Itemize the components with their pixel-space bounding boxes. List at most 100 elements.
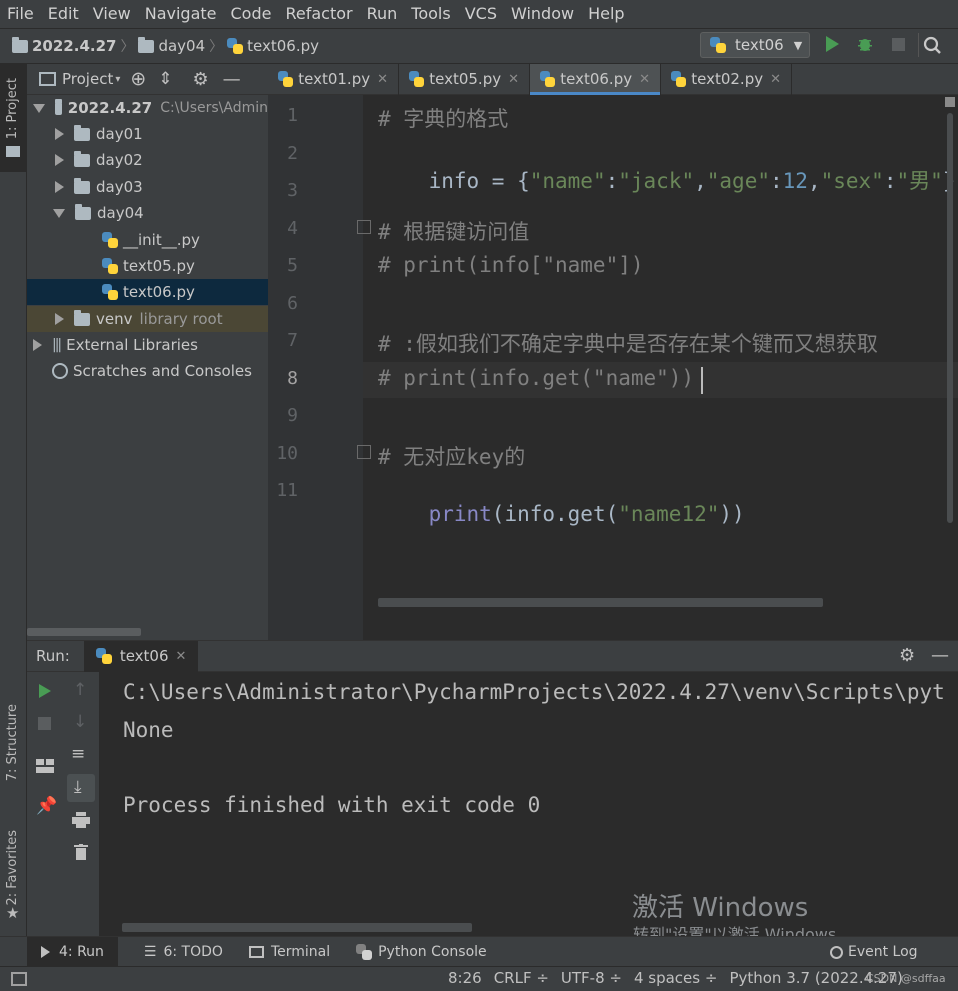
gear-icon[interactable]: ⚙ xyxy=(193,69,209,90)
menu-refactor[interactable]: Refactor xyxy=(278,0,359,28)
menu-tools[interactable]: Tools xyxy=(404,0,457,28)
python-console-tool-button[interactable]: Python Console xyxy=(356,943,487,960)
menu-help[interactable]: Help xyxy=(581,0,631,28)
close-icon[interactable]: ✕ xyxy=(176,649,187,664)
debug-icon[interactable] xyxy=(857,36,873,52)
breadcrumb-folder[interactable]: day04 xyxy=(158,37,205,55)
project-view-title[interactable]: Project xyxy=(62,70,113,88)
fold-icon[interactable] xyxy=(357,445,371,459)
gear-icon[interactable]: ⚙ xyxy=(899,645,915,666)
expand-arrow-icon[interactable] xyxy=(55,154,64,166)
breadcrumb-file[interactable]: text06.py xyxy=(247,37,319,55)
minimize-icon[interactable]: — xyxy=(223,69,241,90)
rerun-icon[interactable] xyxy=(39,684,51,698)
code-line-1: # 字典的格式 xyxy=(378,107,509,131)
tree-root[interactable]: 2022.4.27 C:\Users\Admin xyxy=(27,95,268,121)
expand-arrow-icon[interactable] xyxy=(33,339,42,351)
indent-setting[interactable]: 4 spaces ÷ xyxy=(634,969,717,987)
python-file-icon xyxy=(278,71,294,87)
run-console[interactable]: C:\Users\Administrator\PycharmProjects\2… xyxy=(100,672,958,944)
locate-icon[interactable]: ⊕ xyxy=(130,68,146,90)
expand-arrow-icon[interactable] xyxy=(55,181,64,193)
soft-wrap-icon[interactable]: ≡ xyxy=(71,744,85,764)
arrow-up-icon[interactable]: ↑ xyxy=(73,680,87,700)
toggle-tool-windows-icon[interactable] xyxy=(11,972,27,986)
structure-tool-button[interactable]: 7: Structure xyxy=(5,704,20,781)
terminal-tool-button[interactable]: Terminal xyxy=(248,944,330,960)
horizontal-scrollbar[interactable] xyxy=(378,598,823,607)
arrow-down-icon[interactable]: ↓ xyxy=(73,712,87,732)
run-tab-text06[interactable]: text06 ✕ xyxy=(83,640,199,672)
close-icon[interactable]: ✕ xyxy=(508,72,519,87)
event-log-tool-button[interactable]: Event Log xyxy=(830,944,918,960)
menu-window[interactable]: Window xyxy=(504,0,581,28)
stop-icon[interactable] xyxy=(892,38,905,51)
code-editor[interactable]: 1 2 3 4 5 6 7 8 9 10 11 # 字典的格式 info = {… xyxy=(268,95,958,640)
pin-icon[interactable]: 📌 xyxy=(36,796,57,816)
breadcrumb-project[interactable]: 2022.4.27 xyxy=(32,37,116,55)
run-tool-button[interactable]: 4: Run xyxy=(27,937,118,966)
menu-file[interactable]: File xyxy=(0,0,41,28)
tree-item-day02[interactable]: day02 xyxy=(27,147,268,173)
python-file-icon xyxy=(671,71,687,87)
tab-text06[interactable]: text06.py ✕ xyxy=(530,63,661,95)
tree-item-external-libraries[interactable]: ||| External Libraries xyxy=(27,332,268,358)
tree-item-init[interactable]: __init__.py xyxy=(27,227,268,253)
minimize-icon[interactable]: — xyxy=(931,645,949,666)
tab-text05[interactable]: text05.py ✕ xyxy=(399,63,530,95)
collapse-all-icon[interactable]: ⇕ xyxy=(158,69,172,89)
run-configuration-select[interactable]: text06 ▼ xyxy=(700,32,810,58)
search-icon[interactable] xyxy=(918,33,942,57)
tree-item-venv[interactable]: venv library root xyxy=(27,306,268,332)
close-icon[interactable]: ✕ xyxy=(377,72,388,87)
trash-icon[interactable] xyxy=(74,844,88,860)
inspection-indicator[interactable] xyxy=(945,97,955,107)
tree-item-day01[interactable]: day01 xyxy=(27,121,268,147)
expand-arrow-icon[interactable] xyxy=(53,208,65,218)
close-icon[interactable]: ✕ xyxy=(639,72,650,87)
run-icon[interactable] xyxy=(826,36,839,52)
tab-text02[interactable]: text02.py ✕ xyxy=(661,63,792,95)
fold-icon[interactable] xyxy=(357,220,371,234)
vertical-scrollbar[interactable] xyxy=(947,113,953,523)
console-line: Process finished with exit code 0 xyxy=(123,793,541,817)
layout-icon[interactable] xyxy=(36,759,54,773)
menu-code[interactable]: Code xyxy=(224,0,279,28)
horizontal-scrollbar[interactable] xyxy=(122,923,472,932)
tab-text01[interactable]: text01.py ✕ xyxy=(268,63,399,95)
caret-position[interactable]: 8:26 xyxy=(448,969,482,987)
folder-icon xyxy=(6,146,20,157)
code-token: )) xyxy=(719,502,745,526)
tree-item-text05[interactable]: text05.py xyxy=(27,253,268,279)
file-encoding[interactable]: UTF-8 ÷ xyxy=(561,969,622,987)
tree-item-day03[interactable]: day03 xyxy=(27,174,268,200)
tree-item-day04[interactable]: day04 xyxy=(27,200,268,226)
run-panel-header: Run: text06 ✕ ⚙ — xyxy=(27,640,958,672)
tree-item-scratches[interactable]: Scratches and Consoles xyxy=(27,358,268,384)
print-icon[interactable] xyxy=(72,812,90,828)
list-icon: ☰ xyxy=(143,943,157,960)
menu-vcs[interactable]: VCS xyxy=(458,0,504,28)
menu-edit[interactable]: Edit xyxy=(41,0,86,28)
python-file-icon xyxy=(102,284,118,300)
expand-arrow-icon[interactable] xyxy=(55,313,64,325)
todo-tool-button[interactable]: ☰ 6: TODO xyxy=(144,944,223,960)
tree-item-label: __init__.py xyxy=(123,231,200,249)
close-icon[interactable]: ✕ xyxy=(770,72,781,87)
project-tool-button[interactable]: 1: Project xyxy=(0,64,26,172)
tree-item-text06[interactable]: text06.py xyxy=(27,279,268,305)
folder-icon xyxy=(74,177,90,194)
menu-view[interactable]: View xyxy=(86,0,138,28)
chevron-down-icon[interactable]: ▾ xyxy=(115,74,120,85)
scroll-to-end-button[interactable]: ⤓ xyxy=(67,774,95,802)
horizontal-scrollbar[interactable] xyxy=(27,628,141,636)
line-separator[interactable]: CRLF ÷ xyxy=(494,969,549,987)
stop-icon[interactable] xyxy=(38,717,51,730)
scratches-icon xyxy=(52,363,68,379)
favorites-tool-button[interactable]: 2: Favorites xyxy=(5,830,20,906)
menu-navigate[interactable]: Navigate xyxy=(138,0,224,28)
expand-arrow-icon[interactable] xyxy=(33,103,45,113)
menu-run[interactable]: Run xyxy=(360,0,405,28)
expand-arrow-icon[interactable] xyxy=(55,128,64,140)
code-token: info = { xyxy=(428,169,530,193)
